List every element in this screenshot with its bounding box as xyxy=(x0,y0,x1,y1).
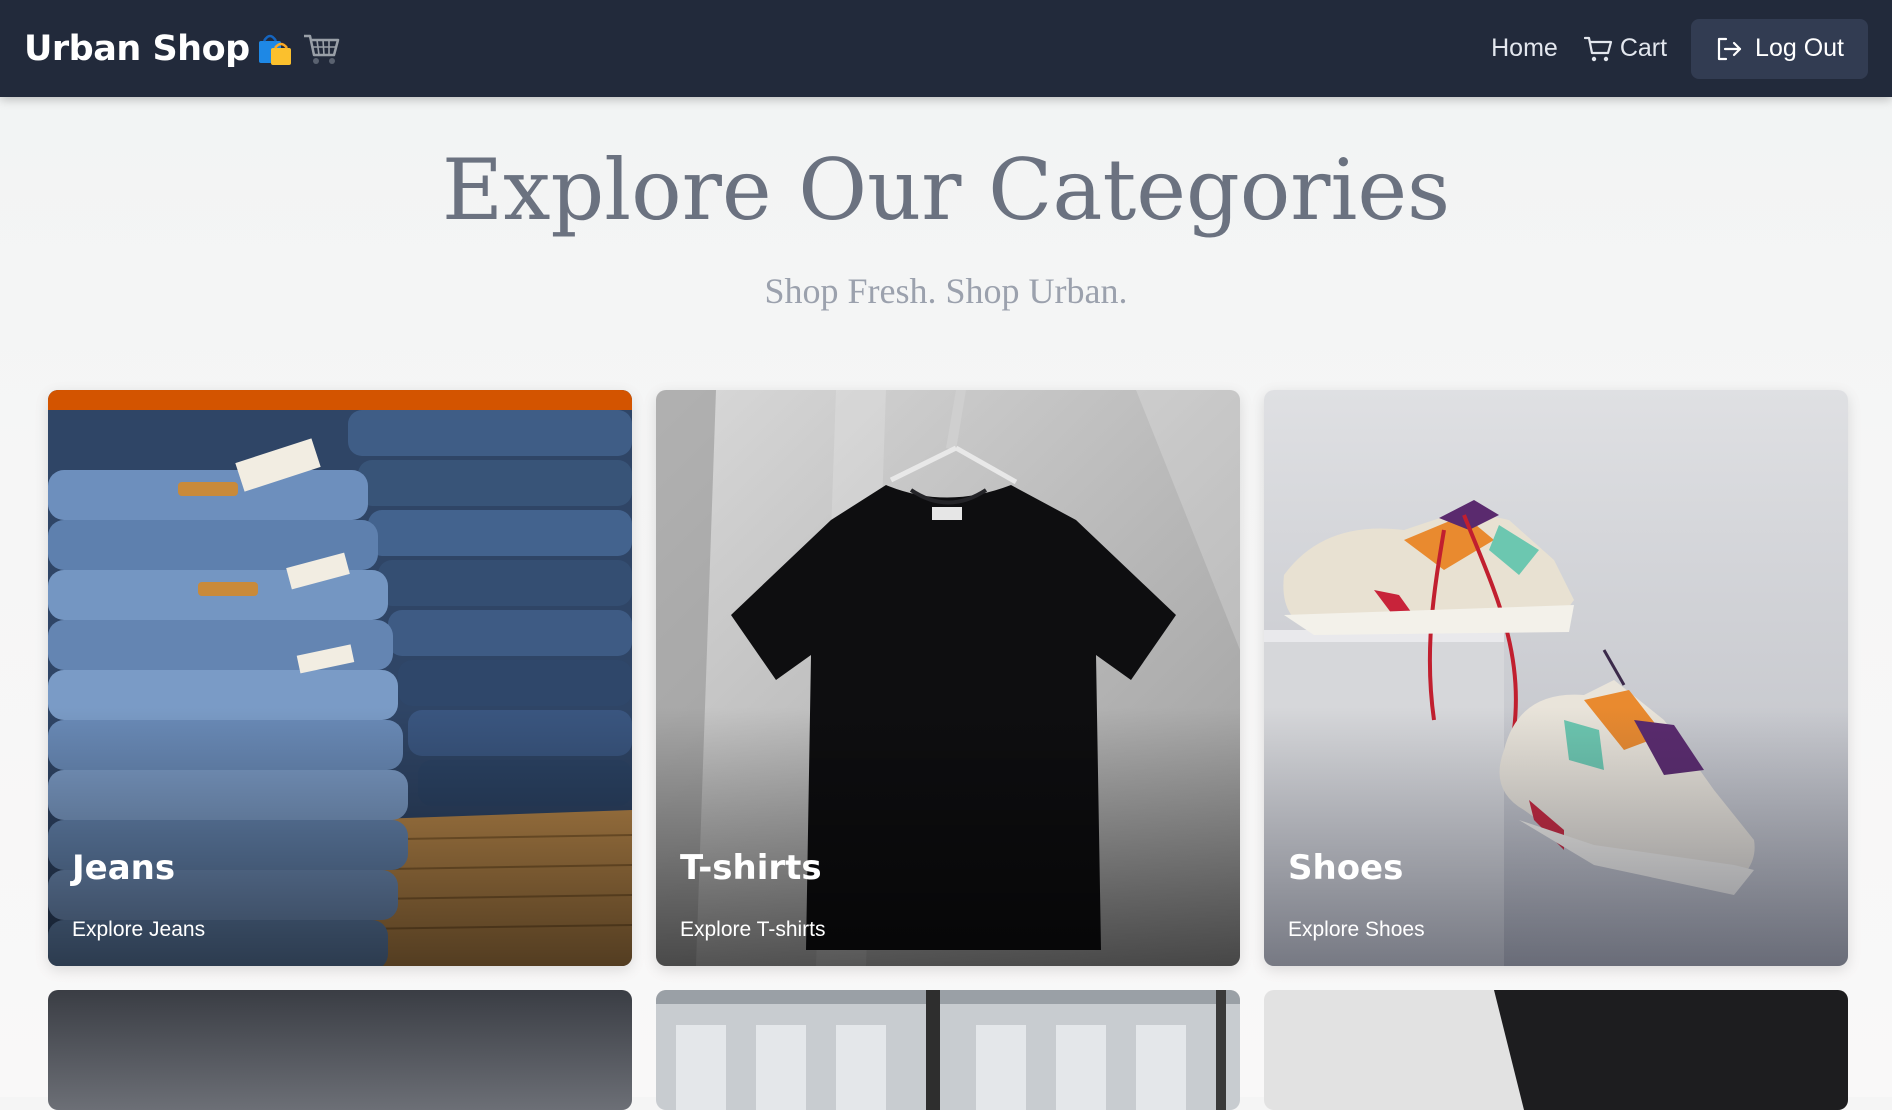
categories-section: Explore Our Categories Shop Fresh. Shop … xyxy=(0,97,1892,1110)
category-explore-link[interactable]: Explore Jeans xyxy=(72,918,205,942)
nav-home-label: Home xyxy=(1491,34,1558,62)
category-image xyxy=(1264,990,1848,1110)
logout-icon xyxy=(1715,35,1743,63)
category-name: T-shirts xyxy=(680,848,822,888)
nav-home-link[interactable]: Home xyxy=(1491,34,1558,63)
nav-menu: Home Cart Log Out xyxy=(1491,18,1868,79)
page-subtitle: Shop Fresh. Shop Urban. xyxy=(764,271,1128,311)
category-explore-link[interactable]: Explore T-shirts xyxy=(680,918,826,942)
category-image xyxy=(48,990,632,1110)
nav-cart-link[interactable]: Cart xyxy=(1583,34,1668,63)
category-card[interactable] xyxy=(48,990,632,1110)
shopping-bags-icon xyxy=(256,31,294,67)
category-card-shoes[interactable]: Shoes Explore Shoes xyxy=(1264,390,1848,966)
page-title: Explore Our Categories xyxy=(441,141,1451,239)
category-name: Shoes xyxy=(1288,848,1404,888)
category-card-jeans[interactable]: Jeans Explore Jeans xyxy=(48,390,632,966)
navbar: Urban Shop Home Cart Log Out xyxy=(0,0,1892,97)
logout-label: Log Out xyxy=(1755,34,1844,62)
category-card-tshirts[interactable]: T-shirts Explore T-shirts xyxy=(656,390,1240,966)
brand-logo[interactable]: Urban Shop xyxy=(24,29,342,69)
category-explore-link[interactable]: Explore Shoes xyxy=(1288,918,1425,942)
nav-cart-label: Cart xyxy=(1619,34,1668,62)
shopping-cart-emoji-icon xyxy=(302,31,342,67)
brand-name: Urban Shop xyxy=(24,28,250,69)
category-name: Jeans xyxy=(72,848,176,888)
cart-icon xyxy=(1583,35,1614,63)
logout-button[interactable]: Log Out xyxy=(1691,18,1868,79)
category-image xyxy=(656,990,1240,1110)
category-card[interactable] xyxy=(656,990,1240,1110)
category-card[interactable] xyxy=(1264,990,1848,1110)
